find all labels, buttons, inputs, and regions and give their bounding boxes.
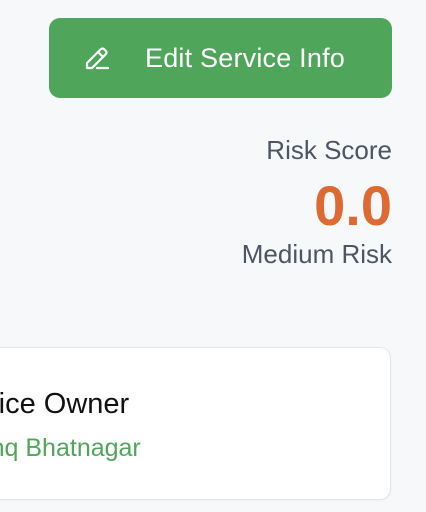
pencil-icon <box>83 44 111 72</box>
risk-score-label: Risk Score <box>266 135 392 165</box>
service-owner-title: Service Owner <box>0 388 130 420</box>
edit-service-info-button[interactable]: Edit Service Info <box>49 18 392 98</box>
risk-score-panel: Risk Score 0.0 Medium Risk <box>242 134 392 270</box>
service-owner-name-link[interactable]: Anishq Bhatnagar <box>0 434 141 463</box>
service-owner-card: Service Owner Anishq Bhatnagar <box>0 347 391 500</box>
risk-score-value: 0.0 <box>314 174 392 237</box>
risk-level-text: Medium Risk <box>241 239 392 269</box>
edit-service-info-label: Edit Service Info <box>145 42 345 73</box>
